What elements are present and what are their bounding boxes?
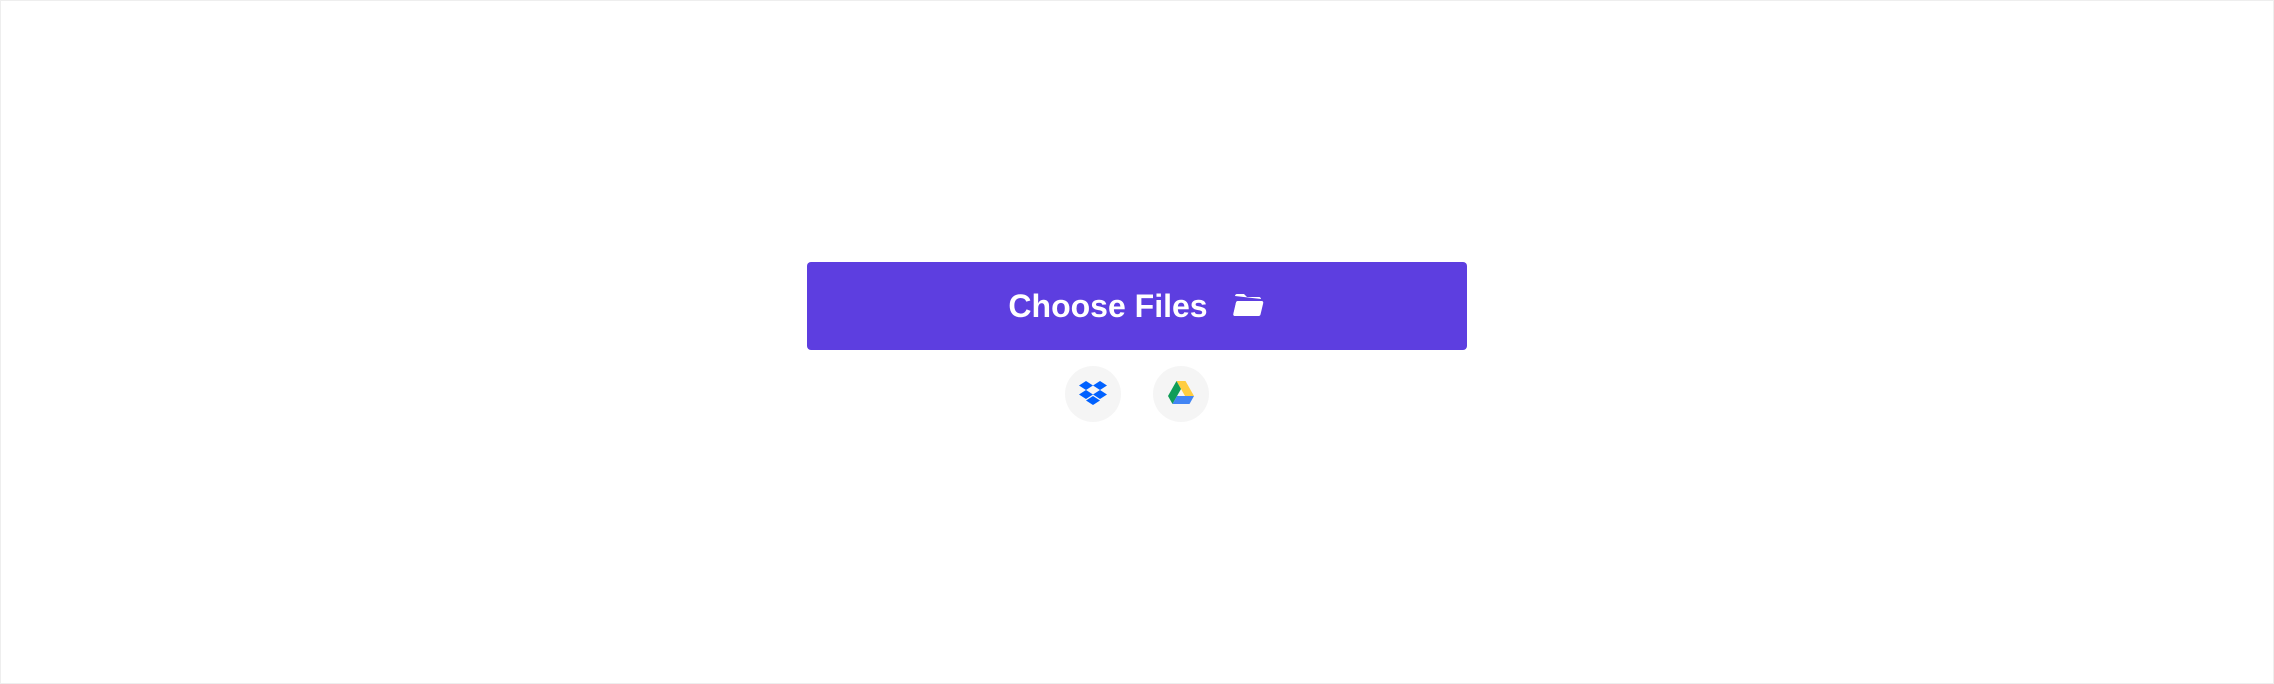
dropbox-button[interactable] xyxy=(1065,366,1121,422)
google-drive-button[interactable] xyxy=(1153,366,1209,422)
cloud-providers xyxy=(1065,366,1209,422)
google-drive-icon xyxy=(1168,381,1194,408)
choose-files-button[interactable]: Choose Files xyxy=(807,262,1467,350)
folder-open-icon xyxy=(1232,292,1266,320)
dropbox-icon xyxy=(1079,381,1107,408)
upload-container: Choose Files xyxy=(807,262,1467,422)
choose-files-label: Choose Files xyxy=(1008,288,1207,325)
